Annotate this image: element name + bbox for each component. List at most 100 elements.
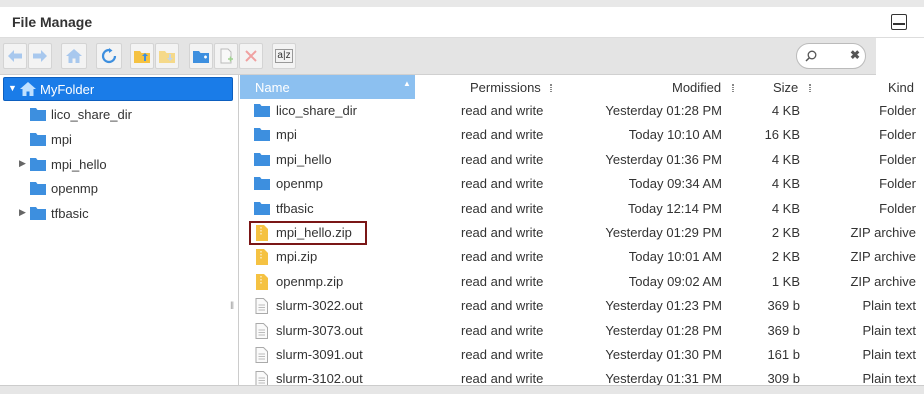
download-button[interactable] <box>155 43 179 69</box>
text-file-icon <box>254 322 268 342</box>
table-row[interactable]: openmp read and write Today 09:34 AM 4 KB Fo… <box>240 172 924 196</box>
delete-button[interactable] <box>239 43 263 69</box>
file-modified: Yesterday 01:30 PM <box>605 347 722 362</box>
file-size: 161 b <box>767 347 800 362</box>
file-size: 4 KB <box>771 103 800 118</box>
file-kind: Plain text <box>862 322 916 338</box>
column-header-label: Size <box>773 79 799 95</box>
new-file-icon <box>220 48 233 64</box>
tree-item-myfolder[interactable]: ▼ MyFolder <box>3 77 233 101</box>
file-name: slurm-3091.out <box>276 347 363 362</box>
table-row[interactable]: slurm-3022.out read and write Yesterday 01… <box>240 294 924 318</box>
file-kind: Folder <box>879 176 916 192</box>
file-permissions: read and write <box>461 249 544 265</box>
file-size: 4 KB <box>771 151 800 167</box>
file-kind: ZIP archive <box>850 273 916 289</box>
folder-icon <box>30 207 46 220</box>
column-header-permissions[interactable]: Permissions <box>470 75 541 99</box>
tree-item[interactable]: ▶ mpi_hello <box>0 153 233 176</box>
file-name: mpi.zip <box>276 249 318 265</box>
file-name: slurm-3073.out <box>276 322 363 338</box>
file-permissions: read and write <box>461 200 544 216</box>
file-permissions: read and write <box>461 225 544 240</box>
file-kind: Folder <box>879 151 916 167</box>
folder-icon <box>254 176 270 193</box>
column-header-label: Name <box>255 79 290 95</box>
column-resize-handle[interactable] <box>550 84 552 92</box>
file-size: 2 KB <box>771 225 800 240</box>
tree-label: MyFolder <box>40 82 95 97</box>
file-modified: Today 10:10 AM <box>628 127 722 143</box>
back-button[interactable] <box>3 43 27 69</box>
file-kind: Folder <box>879 200 916 216</box>
sort-button[interactable]: a|z <box>272 43 296 69</box>
upload-button[interactable] <box>130 43 154 69</box>
table-row[interactable]: openmp.zip read and write Today 09:02 AM 1 … <box>240 270 924 294</box>
new-folder-icon <box>193 51 209 63</box>
table-row[interactable]: slurm-3091.out read and write Yesterday 01… <box>240 343 924 367</box>
file-kind: Plain text <box>862 298 916 314</box>
new-folder-button[interactable] <box>189 43 213 69</box>
zip-icon <box>254 273 268 293</box>
column-header-size[interactable]: Size <box>773 75 798 99</box>
home-icon <box>66 49 82 63</box>
tree-label: mpi <box>51 132 72 147</box>
table-row[interactable]: lico_share_dir read and write Yesterday 01… <box>240 99 924 123</box>
file-name: mpi_hello.zip <box>276 225 352 240</box>
folder-icon <box>254 201 270 218</box>
file-kind: ZIP archive <box>850 249 916 265</box>
chevron-right-icon[interactable]: ▶ <box>19 158 26 169</box>
column-header-label: Permissions <box>470 79 541 95</box>
column-resize-handle[interactable] <box>809 84 811 92</box>
column-resize-handle[interactable] <box>732 84 734 92</box>
file-name: openmp.zip <box>276 273 344 289</box>
column-header-name[interactable]: Name ▲ <box>240 75 415 99</box>
refresh-icon <box>101 48 117 64</box>
file-permissions: read and write <box>461 273 544 289</box>
file-modified: Today 09:34 AM <box>628 176 722 192</box>
chevron-down-icon[interactable]: ▼ <box>8 83 17 93</box>
folder-icon <box>254 103 270 120</box>
status-bar <box>0 385 924 394</box>
new-file-button[interactable] <box>214 43 238 69</box>
tree-label: openmp <box>51 181 98 196</box>
title-bar: File Manage <box>0 7 924 38</box>
file-kind: Folder <box>879 127 916 143</box>
file-size: 369 b <box>767 322 800 338</box>
file-size: 4 KB <box>771 200 800 216</box>
folder-tree: ▼ MyFolder lico_share_dir mpi ▶ mpi_hell… <box>0 75 239 385</box>
table-row[interactable]: mpi read and write Today 10:10 AM 16 KB Fold… <box>240 123 924 147</box>
file-kind: Folder <box>879 103 916 118</box>
minimize-icon[interactable] <box>891 14 907 30</box>
zip-icon <box>254 225 268 244</box>
folder-icon <box>254 127 270 144</box>
table-row[interactable]: slurm-3073.out read and write Yesterday 01… <box>240 319 924 343</box>
arrow-right-icon <box>33 50 47 62</box>
file-size: 16 KB <box>764 127 800 143</box>
pane-splitter-handle[interactable]: ‖ <box>230 301 234 312</box>
folder-icon <box>30 158 46 171</box>
tree-label: tfbasic <box>51 206 89 221</box>
folder-icon <box>254 152 270 169</box>
table-row[interactable]: mpi.zip read and write Today 10:01 AM 2 KB Z… <box>240 245 924 269</box>
tree-item[interactable]: mpi <box>0 128 233 151</box>
file-modified: Today 09:02 AM <box>628 273 722 289</box>
file-name: openmp <box>276 176 323 192</box>
table-row[interactable]: mpi_hello.zip read and write Yesterday 01:… <box>240 221 924 245</box>
tree-item[interactable]: lico_share_dir <box>0 103 233 126</box>
sort-az-icon: a|z <box>275 49 293 63</box>
file-kind: Plain text <box>862 347 916 362</box>
tree-item[interactable]: ▶ tfbasic <box>0 202 233 225</box>
clear-search-icon[interactable]: ✖ <box>850 48 860 62</box>
search-input[interactable]: ✖ <box>796 43 866 69</box>
column-header-modified[interactable]: Modified <box>672 75 721 99</box>
tree-item[interactable]: openmp <box>0 177 233 200</box>
table-row[interactable]: mpi_hello read and write Yesterday 01:36 P… <box>240 148 924 172</box>
home-button[interactable] <box>61 43 87 69</box>
refresh-button[interactable] <box>96 43 122 69</box>
column-header-kind[interactable]: Kind <box>888 75 914 99</box>
table-row[interactable]: tfbasic read and write Today 12:14 PM 4 KB F… <box>240 197 924 221</box>
forward-button[interactable] <box>28 43 52 69</box>
chevron-right-icon[interactable]: ▶ <box>19 207 26 218</box>
folder-icon <box>30 133 46 146</box>
